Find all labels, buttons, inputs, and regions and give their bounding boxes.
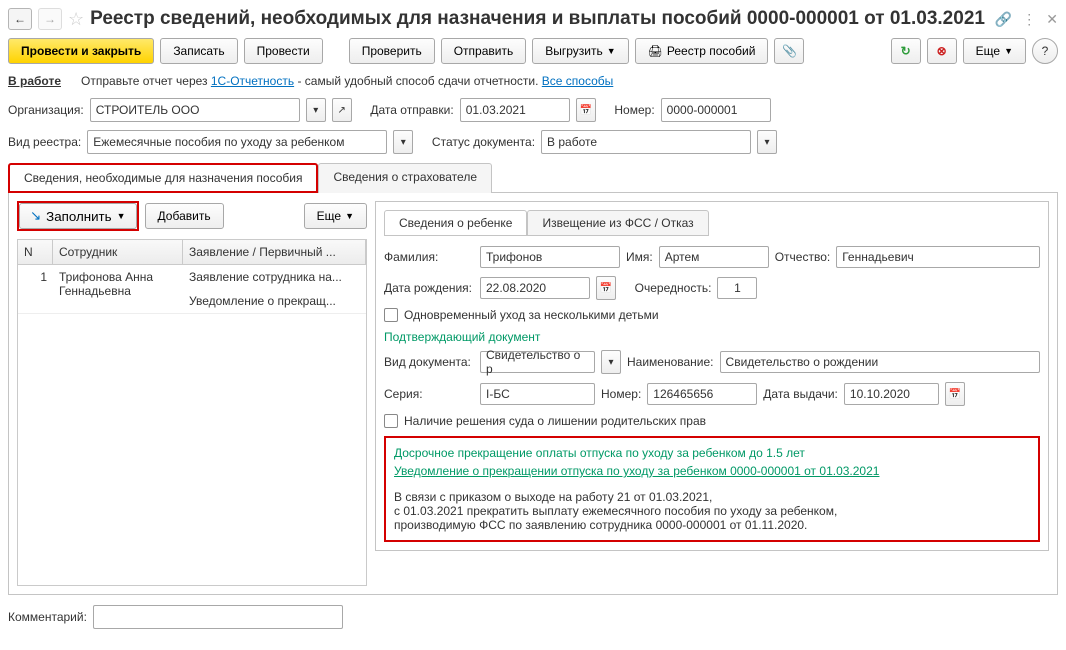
dob-field[interactable]: 22.08.2020 (480, 277, 590, 299)
left-more-button[interactable]: Еще ▼ (304, 203, 367, 229)
issue-calendar-icon[interactable]: 📅 (945, 382, 965, 406)
favorite-icon[interactable]: ☆ (68, 9, 84, 30)
kebab-icon[interactable]: ⋮ (1022, 11, 1036, 28)
send-button[interactable]: Отправить (441, 38, 527, 64)
doctype-label: Вид документа: (384, 355, 474, 369)
name-field[interactable]: Артем (659, 246, 769, 268)
tab-fss[interactable]: Извещение из ФСС / Отказ (527, 210, 708, 236)
docstatus-dropdown[interactable]: ▾ (757, 130, 777, 154)
post-and-close-button[interactable]: Провести и закрыть (8, 38, 154, 64)
type-dropdown[interactable]: ▾ (393, 130, 413, 154)
tab-main[interactable]: Сведения, необходимые для назначения пос… (8, 163, 318, 193)
type-field[interactable]: Ежемесячные пособия по уходу за ребенком (87, 130, 387, 154)
add-button[interactable]: Добавить (145, 203, 224, 229)
col-app[interactable]: Заявление / Первичный ... (183, 240, 366, 264)
send-date-label: Дата отправки: (370, 103, 453, 117)
doctype-dropdown[interactable]: ▾ (601, 350, 621, 374)
hint-text: Отправьте отчет через (81, 74, 211, 88)
link-icon[interactable]: 🔗 (995, 11, 1012, 28)
check-button[interactable]: Проверить (349, 38, 435, 64)
court-checkbox[interactable]: Наличие решения суда о лишении родительс… (384, 414, 706, 428)
term-body3: производимую ФСС по заявлению сотрудника… (394, 518, 1030, 532)
docname-label: Наименование: (627, 355, 714, 369)
post-button[interactable]: Провести (244, 38, 323, 64)
doc-section-title: Подтверждающий документ (384, 330, 1040, 344)
type-label: Вид реестра: (8, 135, 81, 149)
close-icon[interactable]: ✕ (1046, 11, 1058, 28)
term-body1: В связи с приказом о выходе на работу 21… (394, 490, 1030, 504)
more-button[interactable]: Еще ▼ (963, 38, 1026, 64)
dob-calendar-icon[interactable]: 📅 (596, 276, 616, 300)
nav-forward[interactable]: → (38, 8, 62, 30)
comment-label: Комментарий: (8, 610, 87, 624)
docstatus-field[interactable]: В работе (541, 130, 751, 154)
comment-input[interactable] (93, 605, 343, 629)
org-field[interactable]: СТРОИТЕЛЬ ООО (90, 98, 300, 122)
nav-back[interactable]: ← (8, 8, 32, 30)
tab-insurer[interactable]: Сведения о страхователе (318, 163, 492, 193)
name-label: Имя: (626, 250, 653, 264)
term-title: Досрочное прекращение оплаты отпуска по … (394, 446, 1030, 460)
surname-label: Фамилия: (384, 250, 474, 264)
table-row[interactable]: 1 Трифонова Анна Геннадьевна Заявление с… (18, 265, 366, 314)
order-field[interactable]: 1 (717, 277, 757, 299)
save-button[interactable]: Записать (160, 38, 237, 64)
hint-link[interactable]: 1С-Отчетность (211, 74, 294, 88)
dob-label: Дата рождения: (384, 281, 474, 295)
col-emp[interactable]: Сотрудник (53, 240, 183, 264)
issue-field[interactable]: 10.10.2020 (844, 383, 939, 405)
attach-button[interactable]: 📎 (774, 38, 804, 64)
export-button[interactable]: Выгрузить ▼ (532, 38, 628, 64)
term-link[interactable]: Уведомление о прекращении отпуска по ухо… (394, 464, 879, 478)
status-in-work[interactable]: В работе (8, 74, 61, 88)
calendar-icon[interactable]: 📅 (576, 98, 596, 122)
simul-checkbox[interactable]: Одновременный уход за несколькими детьми (384, 308, 659, 322)
employee-table: N Сотрудник Заявление / Первичный ... 1 … (17, 239, 367, 586)
order-label: Очередность: (635, 281, 712, 295)
org-dropdown[interactable]: ▾ (306, 98, 326, 122)
all-ways-link[interactable]: Все способы (542, 74, 614, 88)
fill-button[interactable]: ↘ Заполнить ▼ (19, 203, 137, 229)
cancel-button[interactable]: ⊗ (927, 38, 957, 64)
org-open[interactable]: ↗ (332, 98, 352, 122)
docname-field[interactable]: Свидетельство о рождении (720, 351, 1040, 373)
help-button[interactable]: ? (1032, 38, 1058, 64)
tab-child[interactable]: Сведения о ребенке (384, 210, 527, 236)
doctype-field[interactable]: Свидетельство о р (480, 351, 595, 373)
registry-button[interactable]: 🖨 Реестр пособий (635, 38, 769, 64)
issue-label: Дата выдачи: (763, 387, 838, 401)
col-n[interactable]: N (18, 240, 53, 264)
docnum-field[interactable]: 126465656 (647, 383, 757, 405)
docstatus-label: Статус документа: (432, 135, 535, 149)
docnum-label: Номер: (601, 387, 641, 401)
patr-field[interactable]: Геннадьевич (836, 246, 1040, 268)
page-title: Реестр сведений, необходимых для назначе… (90, 8, 989, 30)
refresh-button[interactable]: ↻ (891, 38, 921, 64)
term-body2: с 01.03.2021 прекратить выплату ежемесяч… (394, 504, 1030, 518)
org-label: Организация: (8, 103, 84, 117)
number-field[interactable]: 0000-000001 (661, 98, 771, 122)
number-label: Номер: (614, 103, 654, 117)
termination-box: Досрочное прекращение оплаты отпуска по … (384, 436, 1040, 542)
patr-label: Отчество: (775, 250, 831, 264)
series-field[interactable]: I-БС (480, 383, 595, 405)
send-date-field[interactable]: 01.03.2021 (460, 98, 570, 122)
surname-field[interactable]: Трифонов (480, 246, 620, 268)
series-label: Серия: (384, 387, 474, 401)
